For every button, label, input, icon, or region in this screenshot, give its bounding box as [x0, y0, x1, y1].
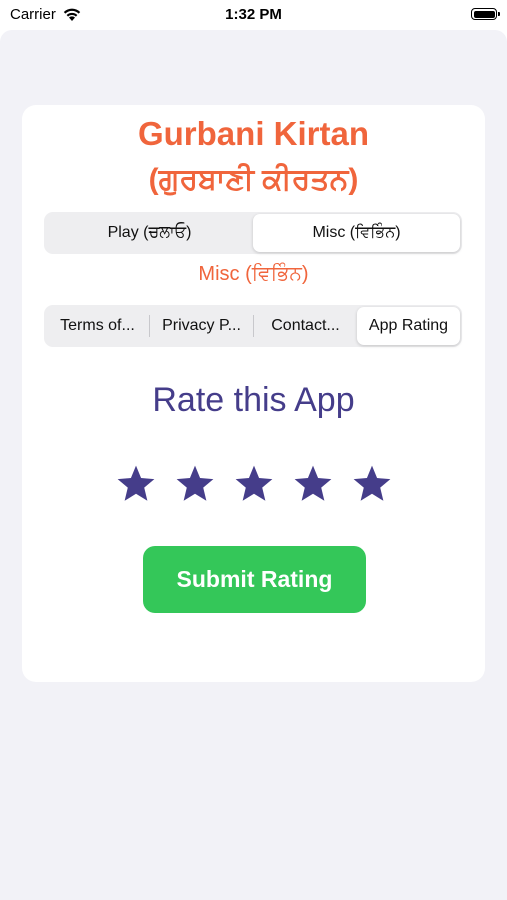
rating-title: Rate this App — [152, 381, 355, 419]
star-icon[interactable] — [115, 463, 157, 505]
status-time: 1:32 PM — [225, 6, 282, 23]
tab-privacy[interactable]: Privacy P... — [150, 307, 253, 345]
tab-terms[interactable]: Terms of... — [46, 307, 149, 345]
tab-contact[interactable]: Contact... — [254, 307, 357, 345]
section-label: Misc (ਵਿਭਿੰਨ) — [198, 263, 309, 285]
content-card: Gurbani Kirtan (ਗੁਰਬਾਣੀ ਕੀਰਤਨ) Play (ਚਲਾ… — [22, 105, 485, 682]
sub-segmented-control: Terms of... Privacy P... Contact... App … — [44, 305, 462, 347]
modal-sheet: Gurbani Kirtan (ਗੁਰਬਾਣੀ ਕੀਰਤਨ) Play (ਚਲਾ… — [0, 30, 507, 900]
star-icon[interactable] — [292, 463, 334, 505]
app-title: Gurbani Kirtan — [137, 115, 370, 152]
tab-play[interactable]: Play (ਚਲਾਓ) — [46, 214, 253, 252]
tab-app-rating[interactable]: App Rating — [357, 307, 460, 345]
star-icon[interactable] — [351, 463, 393, 505]
app-title-punjabi: (ਗੁਰਬਾਣੀ ਕੀਰਤਨ) — [148, 163, 359, 196]
battery-icon — [471, 8, 500, 20]
star-icon[interactable] — [174, 463, 216, 505]
star-rating — [22, 463, 485, 505]
submit-rating-button[interactable]: Submit Rating — [143, 546, 366, 613]
star-icon[interactable] — [233, 463, 275, 505]
tab-misc[interactable]: Misc (ਵਿਭਿੰਨ) — [253, 214, 460, 252]
main-segmented-control: Play (ਚਲਾਓ) Misc (ਵਿਭਿੰਨ) — [44, 212, 462, 254]
status-bar: Carrier 1:32 PM — [0, 0, 507, 30]
